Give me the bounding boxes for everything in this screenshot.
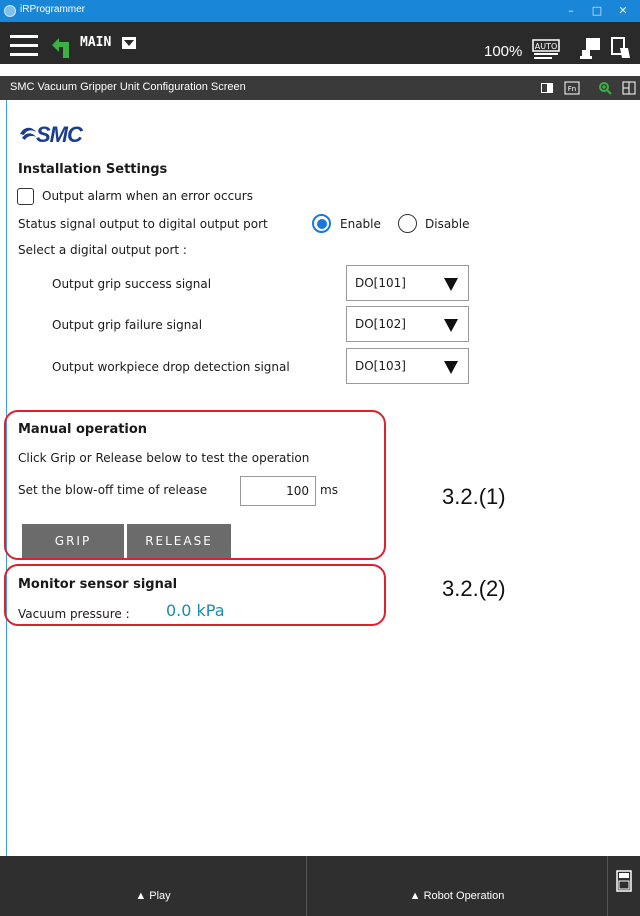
robot-status-icon <box>580 38 600 59</box>
back-arrow-icon[interactable] <box>50 36 72 60</box>
grip-button[interactable]: GRIP <box>22 524 124 558</box>
select-value: DO[101] <box>355 276 406 290</box>
annotation-manual: 3.2.(1) <box>442 484 506 509</box>
program-name[interactable]: MAIN <box>80 35 111 50</box>
grip-failure-port-select[interactable]: DO[102] <box>346 306 469 342</box>
screen-header: SMC Vacuum Gripper Unit Configuration Sc… <box>0 76 640 100</box>
select-port-label: Select a digital output port : <box>18 243 187 257</box>
maximize-button[interactable]: □ <box>588 3 606 19</box>
program-dropdown-icon[interactable] <box>122 37 136 49</box>
teach-pendant-icon <box>611 37 630 58</box>
release-button[interactable]: RELEASE <box>127 524 231 558</box>
annotation-monitor: 3.2.(2) <box>442 576 506 601</box>
manual-heading: Manual operation <box>18 422 148 437</box>
port-label-grip-success: Output grip success signal <box>52 277 212 291</box>
bottom-separator <box>607 856 608 916</box>
panel-toggle-icon[interactable] <box>616 870 632 892</box>
dropdown-arrow-icon <box>444 319 458 332</box>
pressure-label: Vacuum pressure : <box>18 607 130 621</box>
disable-label: Disable <box>425 217 470 231</box>
installation-heading: Installation Settings <box>18 162 168 177</box>
play-button[interactable]: ▲ Play <box>0 856 306 916</box>
blowoff-label: Set the blow-off time of release <box>18 483 208 497</box>
blowoff-unit: ms <box>320 483 338 497</box>
enable-label: Enable <box>340 217 381 231</box>
status-signal-label: Status signal output to digital output p… <box>18 217 268 231</box>
port-label-drop-detection: Output workpiece drop detection signal <box>52 360 290 374</box>
smc-swoosh-icon <box>20 127 36 140</box>
split-view-icon[interactable] <box>622 81 636 95</box>
dropdown-arrow-icon <box>444 278 458 291</box>
window-title: iRProgrammer <box>20 4 86 15</box>
fn-key-icon[interactable]: Fn <box>564 81 580 95</box>
window-layout-icon[interactable] <box>540 81 554 95</box>
main-toolbar: MAIN 100% AUTO <box>0 22 640 64</box>
grip-success-port-select[interactable]: DO[101] <box>346 265 469 301</box>
bottom-bar: ▲ Play ▲ Robot Operation <box>0 856 640 916</box>
port-label-grip-failure: Output grip failure signal <box>52 318 203 332</box>
smc-logo: SMC <box>18 122 108 148</box>
menu-icon[interactable] <box>10 35 38 57</box>
zoom-icon[interactable] <box>598 81 612 95</box>
svg-text:Fn: Fn <box>568 85 576 93</box>
screen-title: SMC Vacuum Gripper Unit Configuration Sc… <box>10 81 246 93</box>
disable-radio[interactable] <box>398 214 417 233</box>
app-logo-icon <box>4 5 16 17</box>
dropdown-arrow-icon <box>444 361 458 374</box>
select-value: DO[102] <box>355 317 406 331</box>
minimize-button[interactable]: – <box>562 3 580 19</box>
monitor-heading: Monitor sensor signal <box>18 577 178 592</box>
close-button[interactable]: ✕ <box>614 3 632 19</box>
window-title-bar: iRProgrammer – □ ✕ <box>0 0 640 22</box>
override-value: 100% <box>484 43 523 60</box>
blowoff-time-input[interactable]: 100 <box>240 476 316 506</box>
pressure-value: 0.0 kPa <box>166 601 225 620</box>
robot-operation-button[interactable]: ▲ Robot Operation <box>307 856 607 916</box>
select-value: DO[103] <box>355 359 406 373</box>
drop-detection-port-select[interactable]: DO[103] <box>346 348 469 384</box>
smc-logo-text: SMC <box>36 122 83 147</box>
alarm-label: Output alarm when an error occurs <box>42 189 253 203</box>
alarm-checkbox[interactable] <box>17 188 34 205</box>
svg-text:AUTO: AUTO <box>535 42 558 51</box>
enable-radio[interactable] <box>312 214 331 233</box>
manual-instruction: Click Grip or Release below to test the … <box>18 451 310 465</box>
auto-mode-icon: AUTO <box>532 39 560 59</box>
